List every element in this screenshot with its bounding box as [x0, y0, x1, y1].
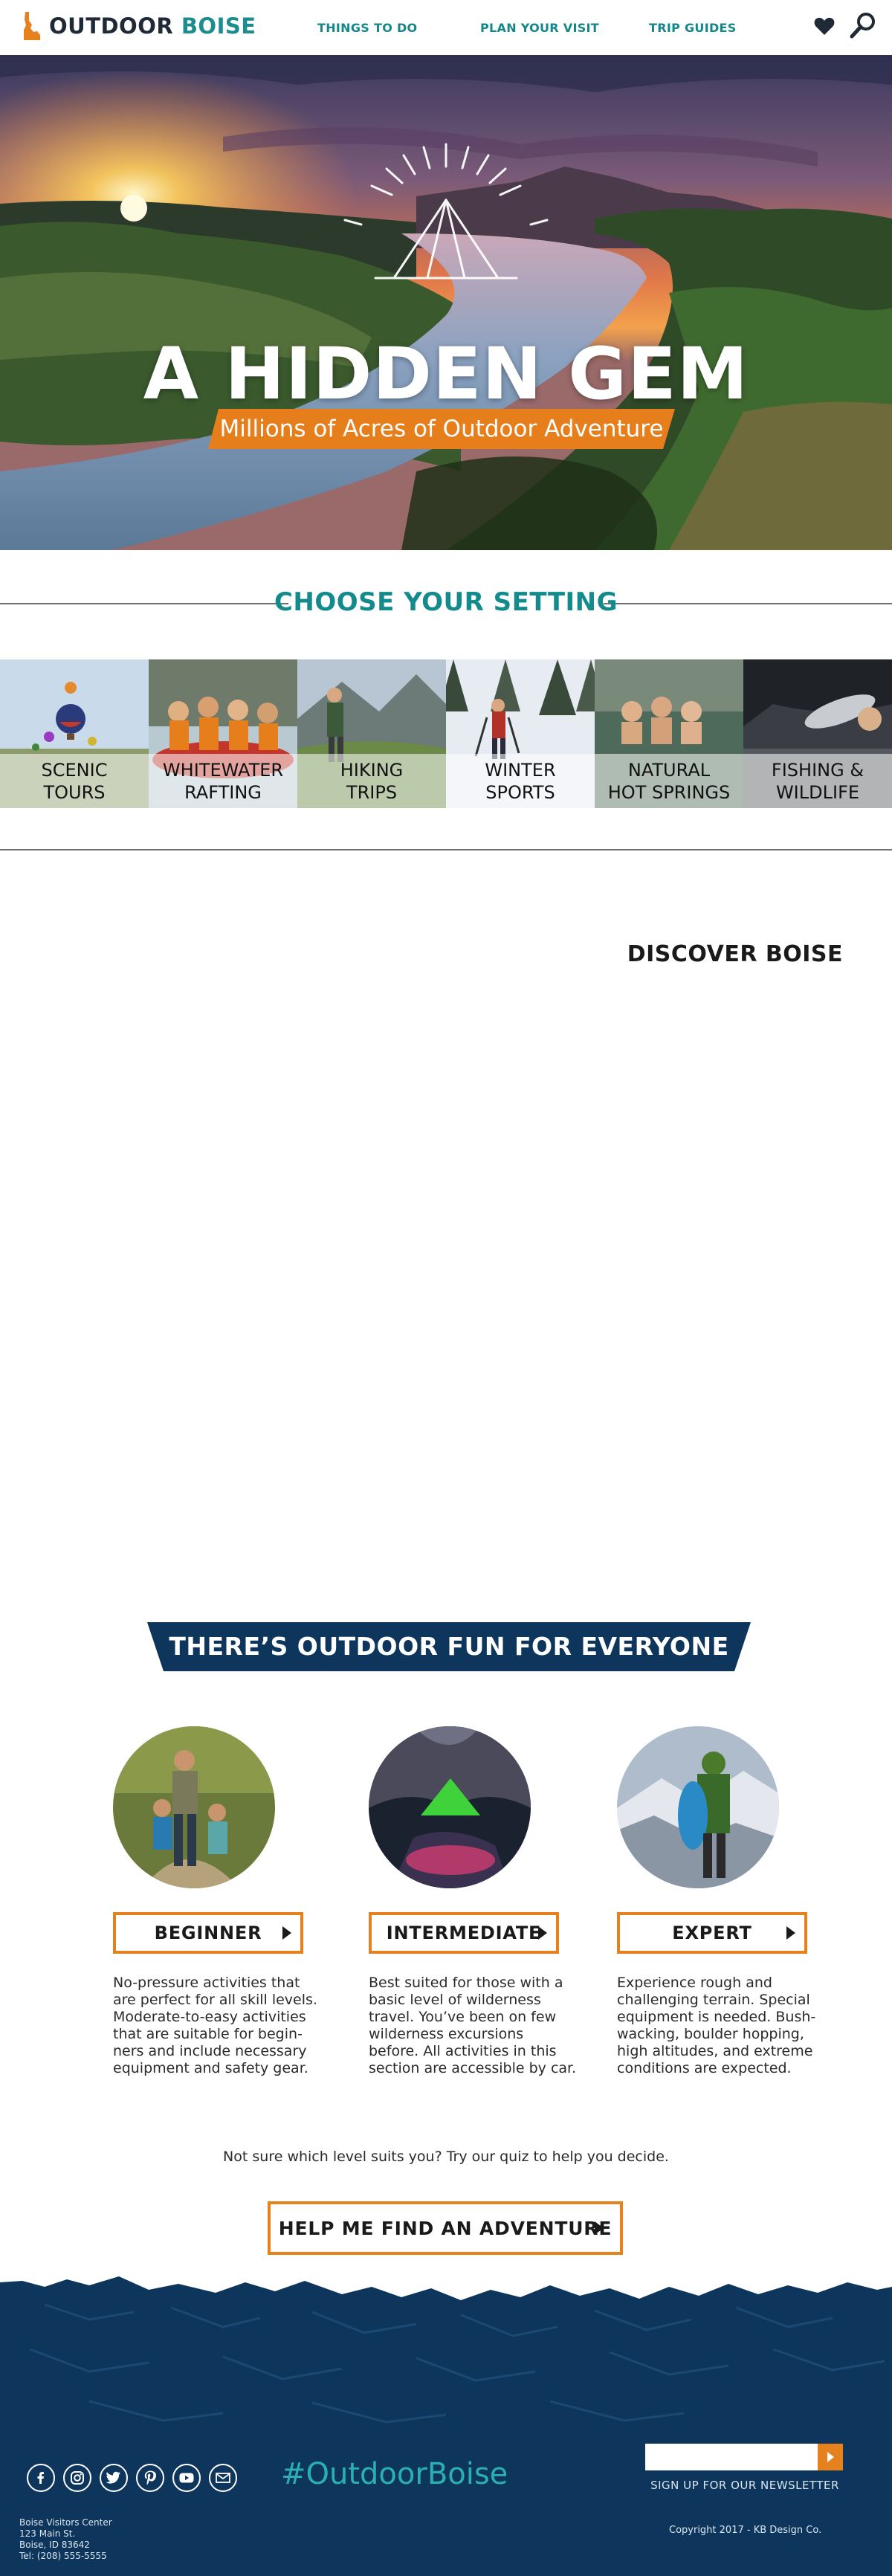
find-adventure-button[interactable]: HELP ME FIND AN ADVENTURE: [268, 2201, 623, 2255]
address-name: Boise Visitors Center: [19, 2517, 112, 2528]
setting-title: CHOOSE YOUR SETTING: [274, 587, 618, 617]
footer-address: Boise Visitors Center 123 Main St. Boise…: [19, 2517, 112, 2562]
address-city: Boise, ID 83642: [19, 2540, 90, 2550]
tile-whitewater-rafting[interactable]: WHITEWATER RAFTING: [149, 659, 297, 808]
tile-label: SCENIC TOURS: [0, 754, 149, 808]
beginner-button[interactable]: BEGINNER: [113, 1912, 303, 1954]
hero-subtitle: Millions of Acres of Outdoor Adventure: [219, 416, 664, 442]
footer-hashtag[interactable]: #OutdoorBoise: [281, 2457, 508, 2491]
expert-description: Experience rough and challenging terrain…: [617, 1975, 816, 2076]
nav-trip-guides[interactable]: TRIP GUIDES: [649, 21, 737, 35]
find-adventure-label: HELP ME FIND AN ADVENTURE: [278, 2217, 613, 2239]
address-phone: Tel: (208) 555-5555: [19, 2551, 107, 2561]
beginner-description: No-pressure activities that are perfect …: [113, 1975, 317, 2076]
tile-label: WINTER SPORTS: [446, 754, 595, 808]
facebook-icon[interactable]: [27, 2464, 55, 2492]
copyright-text: Copyright 2017 - KB Design Co.: [669, 2525, 822, 2536]
social-links: [27, 2464, 237, 2492]
tile-fishing-wildlife[interactable]: FISHING & WILDLIFE: [743, 659, 892, 808]
play-arrow-icon: [595, 2221, 604, 2235]
newsletter-submit-button[interactable]: [818, 2444, 843, 2470]
expert-label: EXPERT: [672, 1923, 752, 1943]
beginner-label: BEGINNER: [154, 1923, 262, 1943]
tile-scenic-tours[interactable]: SCENIC TOURS: [0, 659, 149, 808]
intermediate-photo: [369, 1726, 531, 1888]
beginner-photo: [113, 1726, 275, 1888]
expert-photo: [617, 1726, 779, 1888]
intermediate-button[interactable]: INTERMEDIATE: [369, 1912, 559, 1954]
tile-hiking-trips[interactable]: HIKING TRIPS: [297, 659, 446, 808]
heart-icon[interactable]: [814, 16, 835, 36]
search-icon[interactable]: [848, 10, 878, 40]
play-arrow-icon: [538, 1926, 547, 1940]
site-header: OUTDOOR BOISE THINGS TO DO PLAN YOUR VIS…: [0, 0, 892, 55]
tile-natural-hot-springs[interactable]: NATURAL HOT SPRINGS: [595, 659, 743, 808]
tile-label: HIKING TRIPS: [297, 754, 446, 808]
logo-word-outdoor: OUTDOOR: [49, 13, 174, 39]
newsletter-label: SIGN UP FOR OUR NEWSLETTER: [650, 2479, 839, 2492]
address-street: 123 Main St.: [19, 2528, 76, 2539]
play-arrow-icon: [282, 1926, 291, 1940]
expert-button[interactable]: EXPERT: [617, 1912, 807, 1954]
hero-section: A HIDDEN GEM Millions of Acres of Outdoo…: [0, 55, 892, 550]
youtube-icon[interactable]: [172, 2464, 201, 2492]
tile-winter-sports[interactable]: WINTER SPORTS: [446, 659, 595, 808]
email-icon[interactable]: [209, 2464, 237, 2492]
tile-label: NATURAL HOT SPRINGS: [595, 754, 743, 808]
logo-word-boise: BOISE: [181, 13, 256, 39]
nav-things-to-do[interactable]: THINGS TO DO: [317, 21, 417, 35]
divider-full: [0, 849, 892, 850]
instagram-icon[interactable]: [63, 2464, 91, 2492]
intermediate-description: Best suited for those with a basic level…: [369, 1975, 577, 2076]
setting-tiles: SCENIC TOURS WHITEWATER RAFTING HIKING T…: [0, 659, 892, 808]
hero-subtitle-banner: Millions of Acres of Outdoor Adventure: [208, 409, 675, 449]
newsletter-email-input[interactable]: [645, 2444, 818, 2470]
pinterest-icon[interactable]: [136, 2464, 164, 2492]
intermediate-label: INTERMEDIATE: [386, 1923, 542, 1943]
hero-landscape-image: [0, 55, 892, 550]
play-arrow-icon: [827, 2452, 834, 2462]
nav-plan-your-visit[interactable]: PLAN YOUR VISIT: [480, 21, 599, 35]
play-arrow-icon: [786, 1926, 795, 1940]
quiz-prompt: Not sure which level suits you? Try our …: [223, 2149, 669, 2165]
levels-banner-text: THERE’S OUTDOOR FUN FOR EVERYONE: [169, 1632, 729, 1661]
tile-label: WHITEWATER RAFTING: [149, 754, 297, 808]
site-logo[interactable]: OUTDOOR BOISE: [22, 12, 256, 40]
logo-text: OUTDOOR BOISE: [49, 13, 256, 39]
discover-title: DISCOVER BOISE: [627, 941, 843, 967]
idaho-state-icon: [24, 12, 40, 40]
twitter-icon[interactable]: [100, 2464, 128, 2492]
levels-banner: THERE’S OUTDOOR FUN FOR EVERYONE: [147, 1622, 751, 1671]
tile-label: FISHING & WILDLIFE: [743, 754, 892, 808]
hero-title: A HIDDEN GEM: [143, 332, 749, 416]
